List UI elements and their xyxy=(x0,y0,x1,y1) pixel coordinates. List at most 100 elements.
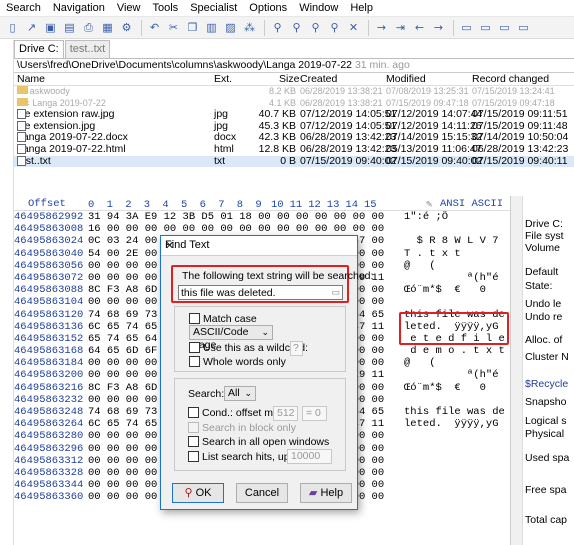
ascii-row[interactable] xyxy=(404,479,508,491)
ascii-row[interactable]: T . t x t xyxy=(404,248,508,260)
offset-cell[interactable]: 46495863184 xyxy=(14,357,86,369)
menu-window[interactable]: Window xyxy=(293,2,344,14)
undo-icon[interactable]: ↶ xyxy=(146,19,163,36)
ascii-row[interactable]: 1":é ;Õ xyxy=(404,211,508,223)
offset-cell[interactable]: 46495863248 xyxy=(14,406,86,418)
hex-row[interactable]: 16 00 00 00 00 00 00 00 00 00 00 00 00 0… xyxy=(88,223,400,235)
ascii-row[interactable]: @ ( xyxy=(404,260,508,272)
menu-search[interactable]: Search xyxy=(0,2,47,14)
open-disk-icon[interactable]: ▣ xyxy=(42,19,59,36)
ascii-row[interactable] xyxy=(404,467,508,479)
col-size-header[interactable]: Size xyxy=(279,73,299,85)
ok-button[interactable]: ⚲ OK xyxy=(172,483,224,503)
ascii-row[interactable]: leted. ÿÿÿÿ,yG xyxy=(404,418,508,430)
ascii-row[interactable] xyxy=(404,491,508,503)
ascii-row[interactable] xyxy=(404,394,508,406)
offset-cell[interactable]: 46495863328 xyxy=(14,467,86,479)
offset-cell[interactable]: 46495863056 xyxy=(14,260,86,272)
copy-icon[interactable]: ❐ xyxy=(184,19,201,36)
ascii-row[interactable]: Œó¨m*$ € 0 xyxy=(404,284,508,296)
file-row[interactable]: Langa 2019-07-22.html html 12.8 KB 06/28/20… xyxy=(14,143,574,156)
ascii-row[interactable]: d e m o . t x t xyxy=(404,345,508,357)
ascii-row[interactable]: Œó¨m*$ € 0 xyxy=(404,382,508,394)
wildcard-char-input[interactable]: ? xyxy=(290,341,303,356)
hex-row[interactable]: 31 94 3A E9 12 3B D5 01 18 00 00 00 00 0… xyxy=(88,211,400,223)
ascii-row[interactable]: $ R 8 W L V 7 xyxy=(404,235,508,247)
open-drive3-icon[interactable]: ▭ xyxy=(496,19,513,36)
offset-cell[interactable]: 46495863360 xyxy=(14,491,86,503)
offset-cell[interactable]: 46495863168 xyxy=(14,345,86,357)
search-scope-select[interactable]: All ⌄ xyxy=(224,386,256,401)
offset-cell[interactable]: 46495863216 xyxy=(14,382,86,394)
ascii-data[interactable]: 1":é ;Õ $ R 8 W L V 7T . t x t @ ( ª(h"é Œ… xyxy=(404,211,508,504)
binary-icon[interactable]: ⁂ xyxy=(241,19,258,36)
replace-hex-icon[interactable]: ✕ xyxy=(345,19,362,36)
all-windows-checkbox[interactable]: Search in all open windows xyxy=(188,436,329,448)
col-name-header[interactable]: Name xyxy=(17,73,45,85)
offset-cell[interactable]: 46495863344 xyxy=(14,479,86,491)
offset-cell[interactable]: 46495863152 xyxy=(14,333,86,345)
find-hex-icon[interactable]: ⚲ xyxy=(307,19,324,36)
file-row[interactable]: . = askwoody 8.2 KB 06/28/2019 13:38:21 07/… xyxy=(14,86,574,98)
ascii-row[interactable]: @ ( xyxy=(404,357,508,369)
open-drive4-icon[interactable]: ▭ xyxy=(515,19,532,36)
tab-test-txt[interactable]: test..txt xyxy=(64,40,111,58)
help-button[interactable]: ▰ Help xyxy=(300,483,352,503)
offset-cell[interactable]: 46495863232 xyxy=(14,394,86,406)
tab-drive-c[interactable]: Drive C: xyxy=(14,40,64,58)
offset-cell[interactable]: 46495863296 xyxy=(14,443,86,455)
open-drive-icon[interactable]: ▭ xyxy=(458,19,475,36)
cond-eq-input[interactable]: = 0 xyxy=(302,406,327,421)
col-modified-header[interactable]: Modified xyxy=(386,73,426,85)
menu-specialist[interactable]: Specialist xyxy=(184,2,243,14)
menu-options[interactable]: Options xyxy=(243,2,293,14)
offset-cell[interactable]: 46495863088 xyxy=(14,284,86,296)
col-ext-header[interactable]: Ext. xyxy=(214,73,232,85)
dropdown-icon[interactable]: ▭ xyxy=(331,287,340,298)
list-hits-checkbox[interactable]: List search hits, up to xyxy=(188,451,301,463)
settings-icon[interactable]: ⚙ xyxy=(118,19,135,36)
goto-sector-icon[interactable]: ⇥ xyxy=(392,19,409,36)
paste-icon[interactable]: ▥ xyxy=(203,19,220,36)
ascii-row[interactable]: this file was de xyxy=(404,406,508,418)
offset-cell[interactable]: 46495863008 xyxy=(14,223,86,235)
cond-offset-checkbox[interactable]: Cond.: offset mod xyxy=(188,407,285,419)
properties-icon[interactable]: ▦ xyxy=(99,19,116,36)
menu-navigation[interactable]: Navigation xyxy=(47,2,111,14)
back-icon[interactable]: ← xyxy=(411,19,428,36)
offset-cell[interactable]: 46495863200 xyxy=(14,369,86,381)
match-case-checkbox[interactable]: Match case xyxy=(189,313,257,325)
print-icon[interactable]: ⎙ xyxy=(80,19,97,36)
forward-icon[interactable]: → xyxy=(430,19,447,36)
offset-cell[interactable]: 46495863136 xyxy=(14,321,86,333)
ascii-row[interactable] xyxy=(404,430,508,442)
col-record-header[interactable]: Record changed xyxy=(472,73,549,85)
offset-cell[interactable]: 46495863040 xyxy=(14,248,86,260)
block-only-checkbox[interactable]: Search in block only xyxy=(188,422,296,434)
ascii-row[interactable] xyxy=(404,296,508,308)
list-hits-max-input[interactable]: 10000 xyxy=(287,449,332,464)
offset-cell[interactable]: 46495863120 xyxy=(14,309,86,321)
menu-view[interactable]: View xyxy=(111,2,147,14)
ascii-row[interactable] xyxy=(404,223,508,235)
goto-offset-icon[interactable]: → xyxy=(373,19,390,36)
close-icon[interactable]: ✕ xyxy=(165,239,351,252)
file-row[interactable]: test..txt txt 0 B 07/15/2019 09:40:02 07/15/… xyxy=(14,155,574,168)
ascii-row[interactable]: ª(h"é xyxy=(404,272,508,284)
menu-tools[interactable]: Tools xyxy=(147,2,185,14)
find-hex-next-icon[interactable]: ⚲ xyxy=(326,19,343,36)
codepage-select[interactable]: ASCII/Code page ⌄ xyxy=(189,325,273,351)
ascii-row[interactable]: ª(h"é xyxy=(404,369,508,381)
offset-cell[interactable]: 46495863024 xyxy=(14,235,86,247)
menu-help[interactable]: Help xyxy=(344,2,379,14)
whole-words-checkbox[interactable]: Whole words only xyxy=(189,356,286,368)
offset-cell[interactable]: 46495863104 xyxy=(14,296,86,308)
ascii-row[interactable] xyxy=(404,443,508,455)
open-drive2-icon[interactable]: ▭ xyxy=(477,19,494,36)
col-created-header[interactable]: Created xyxy=(300,73,337,85)
ascii-row[interactable] xyxy=(404,455,508,467)
save-icon[interactable]: ▤ xyxy=(61,19,78,36)
search-input[interactable]: this file was deleted. ▭ xyxy=(178,285,343,300)
find-text-next-icon[interactable]: ⚲ xyxy=(288,19,305,36)
find-text-icon[interactable]: ⚲ xyxy=(269,19,286,36)
